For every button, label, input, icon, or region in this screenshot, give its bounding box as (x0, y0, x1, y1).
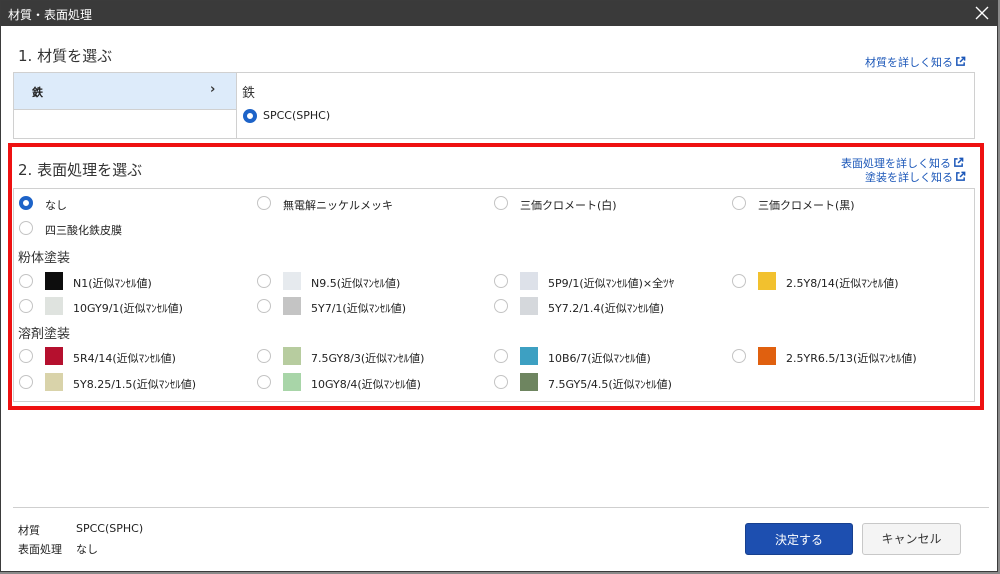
solvent-radio[interactable] (19, 375, 33, 389)
summary-surface-label: 表面処理 (18, 543, 62, 556)
material-option-label: SPCC(SPHC) (263, 109, 331, 122)
cancel-button[interactable]: キャンセル (862, 523, 961, 555)
solvent-label: 7.5GY8/3(近似ﾏﾝｾﾙ値) (311, 352, 425, 365)
material-category-label: 鉄 (32, 86, 43, 99)
external-link-icon (954, 157, 964, 167)
summary-material-value: SPCC(SPHC) (76, 522, 144, 535)
material-options-title: 鉄 (242, 86, 256, 101)
external-link-icon (956, 56, 966, 66)
powder-label: 5Y7/1(近似ﾏﾝｾﾙ値) (311, 302, 407, 315)
surface-radio-black-oxide[interactable] (19, 221, 33, 235)
solvent-label: 2.5YR6.5/13(近似ﾏﾝｾﾙ値) (786, 352, 917, 365)
powder-radio[interactable] (257, 299, 271, 313)
footer-divider (13, 507, 989, 508)
solvent-swatch (520, 347, 538, 365)
surface-label-chromate-black: 三価クロメート(黒) (758, 199, 855, 212)
powder-swatch (758, 272, 776, 290)
surface-label-chromate-white: 三価クロメート(白) (520, 199, 617, 212)
surface-radio-chromate-white[interactable] (494, 196, 508, 210)
powder-coating-title: 粉体塗装 (18, 251, 71, 266)
powder-label: N9.5(近似ﾏﾝｾﾙ値) (311, 277, 401, 290)
powder-swatch (45, 272, 63, 290)
powder-swatch (520, 272, 538, 290)
powder-swatch (45, 297, 63, 315)
solvent-radio[interactable] (494, 349, 508, 363)
solvent-swatch (283, 373, 301, 391)
solvent-radio[interactable] (257, 375, 271, 389)
material-detail-link[interactable]: 材質を詳しく知る (865, 54, 966, 70)
solvent-swatch (520, 373, 538, 391)
powder-swatch (283, 297, 301, 315)
solvent-label: 7.5GY5/4.5(近似ﾏﾝｾﾙ値) (548, 378, 672, 391)
solvent-coating-title: 溶剤塗装 (18, 327, 71, 342)
dialog-title: 材質・表面処理 (8, 8, 93, 22)
solvent-label: 10GY8/4(近似ﾏﾝｾﾙ値) (311, 378, 421, 391)
solvent-swatch (45, 347, 63, 365)
surface-label-none: なし (45, 199, 67, 212)
solvent-label: 5Y8.25/1.5(近似ﾏﾝｾﾙ値) (73, 378, 196, 391)
solvent-swatch (283, 347, 301, 365)
powder-radio[interactable] (19, 274, 33, 288)
solvent-swatch (758, 347, 776, 365)
surface-label-black-oxide: 四三酸化鉄皮膜 (45, 224, 122, 237)
surface-radio-chromate-black[interactable] (732, 196, 746, 210)
powder-label: 5P9/1(近似ﾏﾝｾﾙ値)×全ﾂﾔ (548, 277, 675, 290)
powder-radio[interactable] (494, 299, 508, 313)
solvent-swatch (45, 373, 63, 391)
surface-options-box (13, 188, 975, 402)
surface-label-electroless-nickel: 無電解ニッケルメッキ (283, 199, 393, 212)
close-icon[interactable] (973, 4, 991, 22)
material-section-heading: 1. 材質を選ぶ (18, 47, 113, 65)
material-category-list: 鉄 › (14, 73, 237, 138)
material-category-item[interactable]: 鉄 › (14, 73, 236, 110)
surface-radio-none[interactable] (19, 196, 33, 210)
solvent-radio[interactable] (257, 349, 271, 363)
material-detail-link-label: 材質を詳しく知る (865, 56, 953, 69)
solvent-label: 10B6/7(近似ﾏﾝｾﾙ値) (548, 352, 651, 365)
powder-radio[interactable] (257, 274, 271, 288)
paint-detail-link-label: 塗装を詳しく知る (865, 171, 953, 184)
powder-label: N1(近似ﾏﾝｾﾙ値) (73, 277, 152, 290)
powder-label: 5Y7.2/1.4(近似ﾏﾝｾﾙ値) (548, 302, 664, 315)
dialog-titlebar: 材質・表面処理 (1, 1, 997, 26)
paint-detail-link[interactable]: 塗装を詳しく知る (865, 169, 966, 185)
powder-radio[interactable] (19, 299, 33, 313)
powder-swatch (520, 297, 538, 315)
powder-swatch (283, 272, 301, 290)
chevron-right-icon: › (210, 82, 216, 97)
material-option-radio[interactable] (243, 109, 257, 123)
powder-label: 2.5Y8/14(近似ﾏﾝｾﾙ値) (786, 277, 899, 290)
solvent-radio[interactable] (494, 375, 508, 389)
powder-radio[interactable] (494, 274, 508, 288)
powder-radio[interactable] (732, 274, 746, 288)
surface-section-heading: 2. 表面処理を選ぶ (18, 161, 143, 179)
solvent-radio[interactable] (19, 349, 33, 363)
external-link-icon (956, 171, 966, 181)
surface-radio-electroless-nickel[interactable] (257, 196, 271, 210)
solvent-radio[interactable] (732, 349, 746, 363)
confirm-button[interactable]: 決定する (745, 523, 853, 555)
solvent-label: 5R4/14(近似ﾏﾝｾﾙ値) (73, 352, 176, 365)
powder-label: 10GY9/1(近似ﾏﾝｾﾙ値) (73, 302, 183, 315)
summary-material-label: 材質 (18, 524, 40, 537)
material-selector: 鉄 › (13, 72, 975, 139)
summary-surface-value: なし (76, 543, 98, 556)
material-surface-dialog: 材質・表面処理 1. 材質を選ぶ 材質を詳しく知る 鉄 › 鉄 SPCC(SPH… (0, 0, 998, 572)
